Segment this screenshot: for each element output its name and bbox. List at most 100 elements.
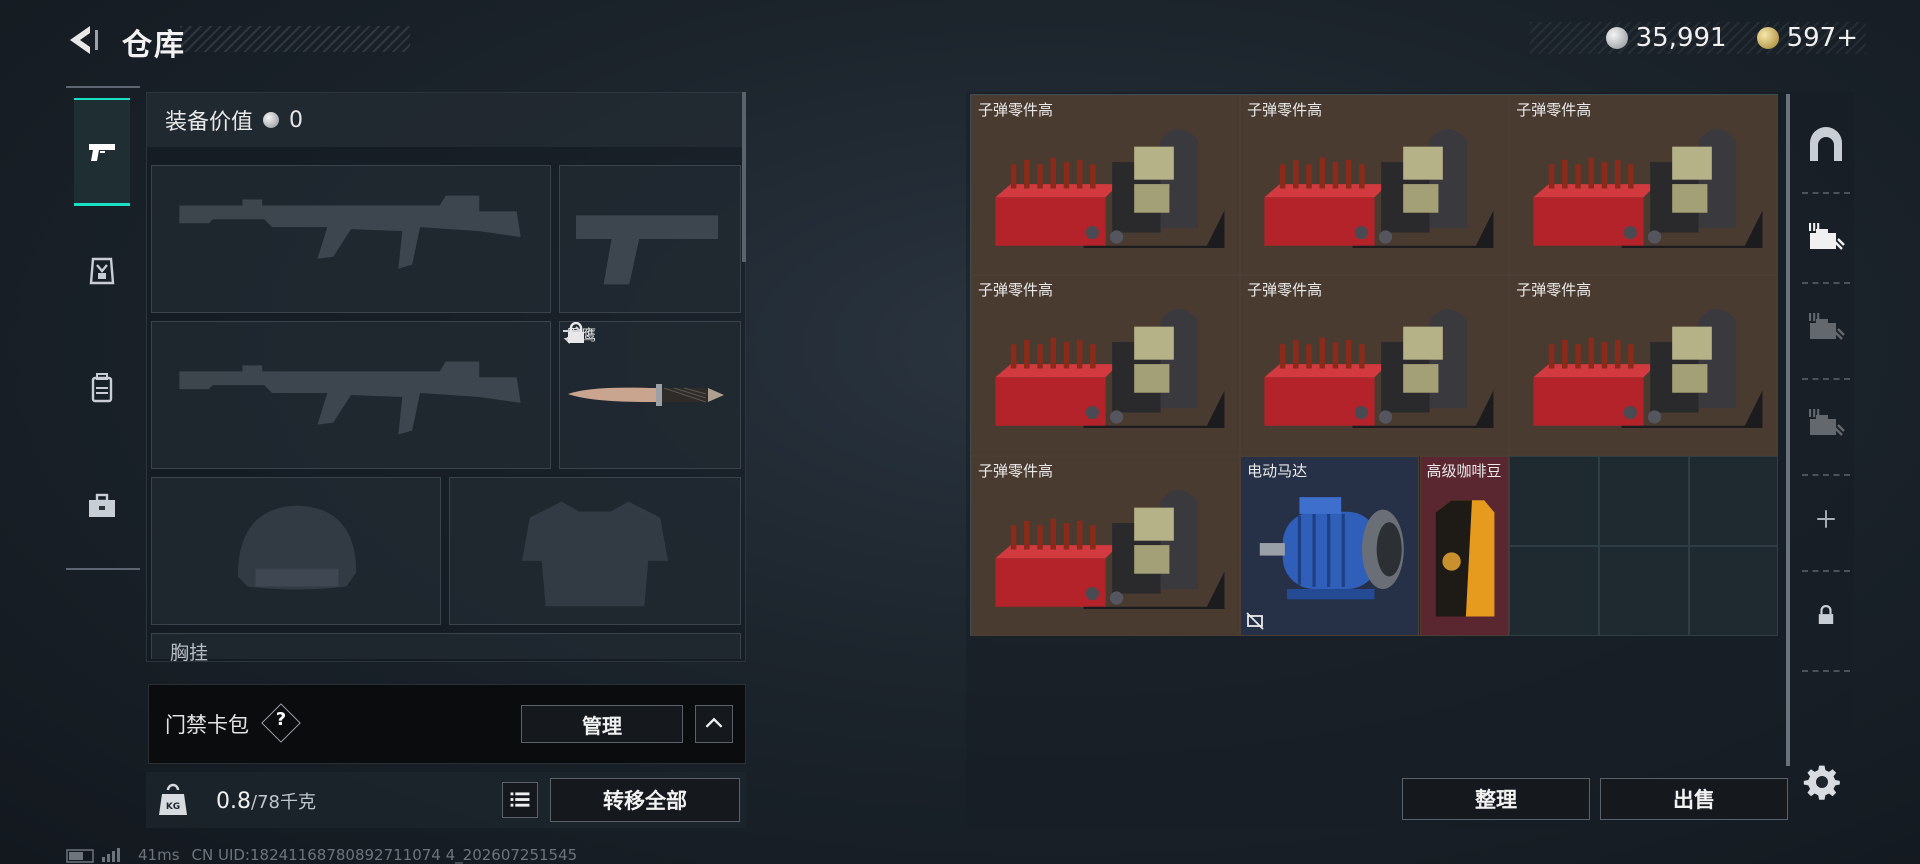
rail-item-main[interactable] (1796, 100, 1856, 190)
armor-silhouette-icon (522, 501, 668, 607)
grid-cell[interactable] (1688, 455, 1779, 546)
list-view-button[interactable] (502, 782, 538, 818)
back-button[interactable] (64, 20, 104, 60)
backpack-icon (91, 373, 113, 403)
item-name: 子弹零件高 (978, 281, 1054, 300)
status-bar: 41ms CN UID:18241168780892711074 4_20260… (66, 846, 577, 864)
settings-gear-icon[interactable] (1802, 762, 1842, 802)
knife-image (568, 384, 724, 406)
ammo-item-image (1533, 309, 1763, 429)
item-name: 电动马达 (1247, 461, 1308, 480)
item-name: 高级咖啡豆 (1426, 461, 1502, 480)
rail-item-tier-1[interactable]: III (1796, 192, 1856, 282)
equipment-value: 0 (289, 107, 304, 133)
item-name: 子弹零件高 (1247, 281, 1323, 300)
storage-item-coffee[interactable]: 高级咖啡豆 (1419, 455, 1510, 637)
rail-item-locked[interactable] (1796, 570, 1856, 660)
tab-gear[interactable] (74, 216, 130, 324)
coffee-item-image (1434, 500, 1494, 617)
rail-item-add[interactable] (1796, 474, 1856, 564)
gold-coin-icon (1756, 27, 1779, 49)
transfer-all-button[interactable]: 转移全部 (550, 778, 740, 822)
chevron-up-icon (705, 717, 723, 728)
item-name: 子弹零件高 (1247, 101, 1323, 119)
storage-item-ammo[interactable]: 子弹零件高 (971, 275, 1241, 456)
storage-item-ammo[interactable]: 子弹零件高 (1240, 275, 1510, 456)
grid-cell[interactable] (1598, 546, 1689, 637)
category-tabs (66, 86, 140, 570)
item-name: 子弹零件高 (1516, 281, 1592, 300)
storage-scrollbar[interactable] (1786, 94, 1790, 766)
lock-icon (568, 322, 584, 343)
storage-item-ammo[interactable]: 子弹零件高 (971, 455, 1241, 637)
tab-weapons[interactable] (74, 98, 130, 206)
melee-slot[interactable]: 黑鹰 (559, 321, 741, 469)
helmet-silhouette-icon (237, 505, 357, 590)
storage-item-ammo[interactable]: 子弹零件高 (1240, 95, 1510, 276)
svg-text:KG: KG (166, 802, 180, 812)
storage-item-ammo[interactable]: 子弹零件高 (1509, 95, 1779, 276)
secondary-weapon-slot[interactable] (559, 165, 741, 313)
sell-button[interactable]: 出售 (1600, 778, 1788, 820)
primary-weapon-slot[interactable] (151, 165, 551, 313)
primary-weapon-slot-2[interactable] (151, 321, 551, 469)
title-decoration (180, 26, 410, 52)
tab-toolbox[interactable] (74, 452, 130, 560)
ping-text: 41ms (138, 846, 180, 864)
storage-tier-3-icon-dim: III (1808, 407, 1845, 436)
rail-item-tier-2[interactable]: III (1796, 282, 1856, 372)
weight-value: 0.8 (216, 789, 251, 814)
silver-coin-icon (263, 112, 280, 128)
storage-tier-3-icon-dim: III (1808, 311, 1845, 340)
silver-currency-value: 35,991 (1635, 23, 1727, 53)
pistol-icon (89, 143, 115, 161)
lock-icon (1818, 605, 1834, 624)
ammo-item-image (995, 489, 1225, 609)
storage-item-ammo[interactable]: 子弹零件高 (1509, 275, 1779, 456)
keycard-section: 门禁卡包 ? 管理 (148, 684, 746, 764)
storage-item-motor[interactable]: 电动马达 (1240, 455, 1420, 637)
grid-cell[interactable] (1509, 455, 1599, 546)
plus-icon (1817, 510, 1835, 528)
rifle-silhouette-icon (179, 195, 521, 269)
battery-signal-icon (66, 848, 120, 863)
storage-tabs-rail: III III III (1796, 92, 1856, 712)
grid-cell[interactable] (1688, 546, 1779, 637)
ammo-item-image (995, 129, 1225, 248)
motor-item-image (1259, 496, 1404, 600)
chest-rig-slot[interactable]: 胸挂 (151, 633, 741, 664)
grid-cell[interactable] (1509, 546, 1599, 637)
rifle-silhouette-icon (179, 361, 521, 435)
collapse-button[interactable] (695, 705, 733, 743)
item-name: 子弹零件高 (978, 101, 1054, 119)
weight-value-row: 0.8/78千克 (216, 788, 316, 814)
manage-button[interactable]: 管理 (521, 705, 683, 743)
helmet-slot[interactable] (151, 477, 441, 625)
gold-currency-value[interactable]: 597+ (1787, 23, 1858, 53)
no-trade-icon (1246, 612, 1264, 630)
pistol-silhouette-icon (576, 215, 719, 285)
ammo-item-image (1264, 129, 1494, 248)
equipment-value-row: 装备价值 0 (147, 93, 745, 147)
currency-bar: 35,991 597+ (1530, 22, 1866, 54)
armor-bag-icon (89, 257, 115, 285)
equipment-scrollbar[interactable] (742, 92, 746, 262)
grid-cell[interactable] (1598, 455, 1689, 546)
item-name: 子弹零件高 (978, 461, 1054, 480)
armor-slot[interactable] (449, 477, 741, 625)
tab-backpack[interactable] (74, 334, 130, 442)
arch-icon (1810, 127, 1842, 161)
page-title: 仓库 (122, 28, 186, 63)
list-icon (510, 792, 530, 807)
sort-button[interactable]: 整理 (1402, 778, 1590, 820)
rail-item-tier-3[interactable]: III (1796, 378, 1856, 468)
help-mark: ? (275, 709, 287, 730)
ammo-item-image (1533, 129, 1763, 248)
ammo-item-image (995, 309, 1225, 429)
rail-divider (1802, 670, 1850, 672)
storage-item-ammo[interactable]: 子弹零件高 (971, 95, 1241, 276)
weight-icon: KG (159, 783, 187, 815)
chest-rig-label: 胸挂 (170, 642, 209, 664)
storage-grid: 子弹零件高 子弹零件高 子弹零件高 子弹零件高 子弹零件高 子弹零件高 子弹零件… (970, 94, 1779, 637)
weight-bar: KG 0.8/78千克 转移全部 (146, 772, 746, 828)
